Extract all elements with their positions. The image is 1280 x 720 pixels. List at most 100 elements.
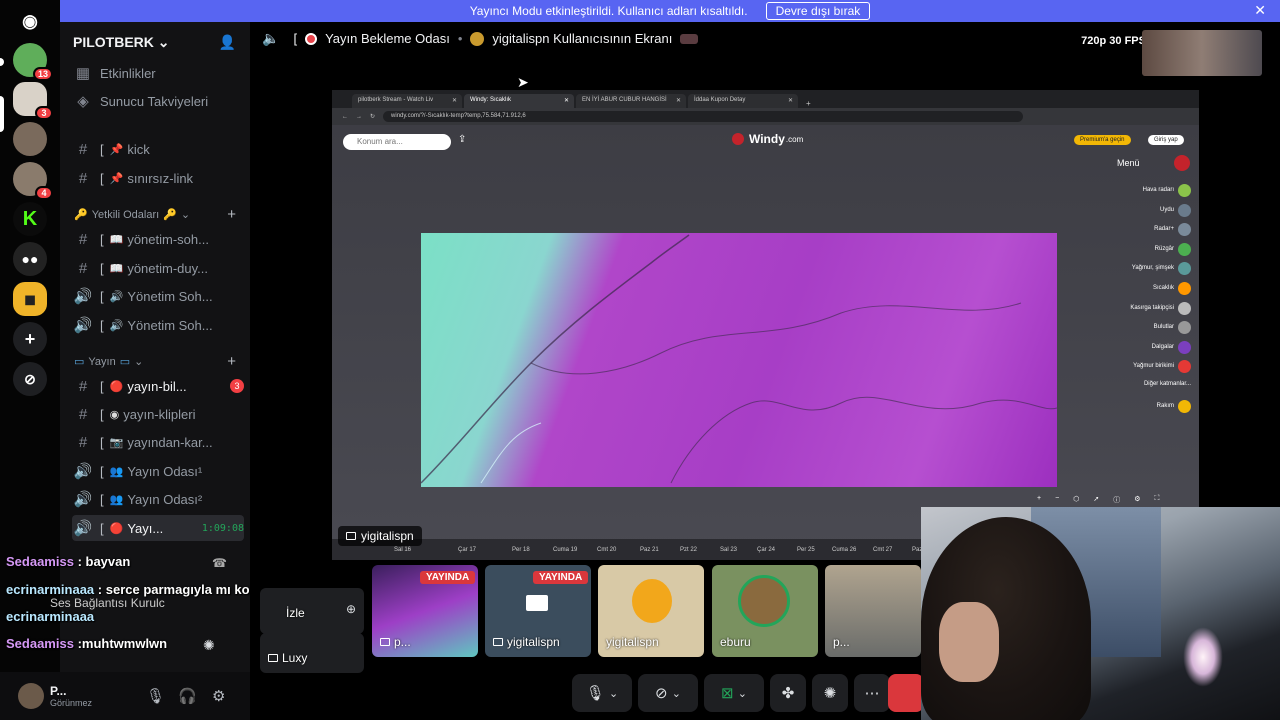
forward-icon[interactable]: → bbox=[356, 114, 362, 120]
key-icon: 🔑 bbox=[74, 209, 88, 221]
microphone-button[interactable]: 🎙 ⌄ bbox=[572, 674, 632, 712]
stream-preview-thumbnail[interactable] bbox=[1142, 30, 1262, 76]
layer-item[interactable]: Hava radarı bbox=[1143, 183, 1191, 197]
voice-channel-icon: 🔊 bbox=[73, 288, 93, 305]
stream-quality-badge: 720p 30 FPS bbox=[1077, 34, 1150, 48]
menu-icon[interactable] bbox=[1174, 155, 1190, 171]
participant-tile[interactable]: eburu bbox=[712, 565, 818, 657]
create-channel-icon[interactable]: + bbox=[227, 353, 236, 370]
browser-tab[interactable]: EN İYİ ABUR CUBUR HANGİSİ ✕ bbox=[576, 94, 686, 108]
layer-item[interactable]: Yağmur birikimi bbox=[1133, 359, 1191, 373]
sidebar-item-events[interactable]: ▦ Etkinlikler bbox=[72, 60, 244, 86]
sidebar-item-yonetim-voice-1[interactable]: 🔊[🔊 Yönetim Soh... bbox=[72, 283, 244, 309]
fullscreen-icon[interactable]: ⊕ bbox=[346, 602, 356, 616]
discover-icon[interactable]: ⊘ bbox=[13, 362, 47, 396]
avatar[interactable] bbox=[18, 683, 44, 709]
server-icon-3[interactable] bbox=[13, 122, 47, 156]
category-yetkili[interactable]: 🔑 Yetkili Odaları 🔑 ⌄ bbox=[74, 208, 190, 222]
info-icon[interactable]: ⓘ bbox=[1113, 495, 1120, 505]
sidebar-item-yonetim-1[interactable]: #[📖 yönetim-soh... bbox=[72, 226, 244, 252]
reload-icon[interactable]: ↻ bbox=[370, 113, 375, 120]
user-panel: P... Görünmez 🎙 🎧 ⚙ bbox=[0, 672, 250, 720]
layer-item[interactable]: Diğer katmanlar... bbox=[1144, 377, 1191, 391]
browser-tab[interactable]: pilotberk Stream - Watch Liv ✕ bbox=[352, 94, 462, 108]
3d-icon[interactable]: ⬡ bbox=[1073, 495, 1079, 505]
browser-tab[interactable]: İddaa Kupon Detay ✕ bbox=[688, 94, 798, 108]
layer-item[interactable]: Bulutlar bbox=[1154, 320, 1191, 334]
sidebar-item-boosts[interactable]: ◈ Sunucu Takviyeleri bbox=[72, 88, 244, 114]
guild-name[interactable]: PILOTBERK ⌄ bbox=[73, 34, 170, 51]
camera-button[interactable]: ⊘ ⌄ bbox=[638, 674, 698, 712]
activities-button[interactable]: ✤ bbox=[770, 674, 806, 712]
add-user-icon[interactable]: 👤 bbox=[219, 34, 236, 51]
share-icon[interactable]: ⇪ bbox=[458, 134, 466, 145]
fullscreen-icon[interactable]: ⛶ bbox=[1154, 495, 1159, 505]
menu-label[interactable]: Menü bbox=[1117, 158, 1140, 168]
sidebar-item-yayin-bil[interactable]: #[🔴 yayın-bil... 3 bbox=[72, 373, 244, 399]
leave-voice-icon[interactable]: ☎ bbox=[212, 556, 227, 570]
disable-streamer-mode-button[interactable]: Devre dışı bırak bbox=[765, 2, 871, 20]
back-icon[interactable]: ← bbox=[342, 114, 348, 120]
layer-item[interactable]: Kasırga takipçisi bbox=[1130, 301, 1191, 315]
sidebar-item-yayindan-kar[interactable]: #[📷 yayından-kar... bbox=[72, 429, 244, 455]
server-icon-1[interactable]: 13 bbox=[13, 43, 53, 81]
gear-icon[interactable]: ⚙ bbox=[212, 687, 225, 705]
layer-item[interactable]: Rakım bbox=[1157, 399, 1191, 413]
more-icon: ⋯ bbox=[864, 685, 880, 702]
server-icon-7[interactable]: ◼ bbox=[13, 282, 47, 316]
close-icon[interactable]: ✕ bbox=[1254, 2, 1266, 19]
microphone-icon[interactable]: 🎙 bbox=[146, 687, 165, 705]
create-channel-icon[interactable]: + bbox=[227, 206, 236, 223]
participant-tile[interactable]: p... bbox=[825, 565, 921, 657]
server-icon-4[interactable]: 4 bbox=[13, 162, 53, 200]
text-channel-icon: # bbox=[78, 433, 88, 451]
shared-screen[interactable]: pilotberk Stream - Watch Liv ✕ Windy: Sıc… bbox=[332, 90, 1199, 560]
book-icon: 📖 bbox=[109, 262, 124, 275]
layer-item[interactable]: Dalgalar bbox=[1152, 340, 1191, 354]
temperature-map[interactable] bbox=[421, 233, 1057, 487]
screen-share-icon bbox=[380, 638, 390, 646]
participant-tile[interactable]: YAYINDA yigitalispn bbox=[485, 565, 591, 657]
sidebar-item-yayin-odasi-2[interactable]: 🔊[👥 Yayın Odası² bbox=[72, 486, 244, 512]
new-tab-icon[interactable]: + bbox=[806, 99, 811, 108]
layer-item[interactable]: Rüzgâr bbox=[1155, 242, 1191, 256]
sidebar-item-yonetim-voice-2[interactable]: 🔊[🔊 Yönetim Soh... bbox=[72, 312, 244, 338]
screen-share-button[interactable]: ⊠ ⌄ bbox=[704, 674, 764, 712]
layer-item[interactable]: Yağmur, şimşek bbox=[1132, 261, 1191, 275]
participant-tile[interactable]: YAYINDA p... bbox=[372, 565, 478, 657]
kick-server-icon[interactable]: K bbox=[13, 202, 47, 236]
soundboard-button[interactable]: ✺ bbox=[812, 674, 848, 712]
server-icon-6[interactable]: ●● bbox=[13, 242, 47, 276]
sidebar-item-link[interactable]: #[📌 sınırsız-link bbox=[72, 165, 244, 191]
layer-item[interactable]: Radar+ bbox=[1154, 222, 1191, 236]
screen-share-icon: ⊠ bbox=[721, 685, 734, 702]
category-yayin[interactable]: ▭ Yayın ▭ ⌄ bbox=[74, 355, 143, 369]
watch-stream-tile[interactable]: İzle ⊕ bbox=[260, 588, 364, 634]
location-search-input[interactable]: Konum ara... bbox=[343, 134, 451, 150]
headphones-icon[interactable]: 🎧 bbox=[178, 687, 197, 705]
more-options-button[interactable]: ⋯ bbox=[854, 674, 890, 712]
login-button[interactable]: Giriş yap bbox=[1148, 135, 1184, 145]
discord-home-icon[interactable]: ◉ bbox=[13, 4, 47, 38]
browser-tab[interactable]: Windy: Sıcaklık ✕ bbox=[464, 94, 574, 108]
disconnect-button[interactable] bbox=[888, 674, 924, 712]
locate-icon[interactable]: ➚ bbox=[1093, 495, 1099, 505]
layer-item[interactable]: Sıcaklık bbox=[1153, 281, 1191, 295]
sidebar-item-yayin-klipleri[interactable]: #[◉ yayın-klipleri bbox=[72, 401, 244, 427]
mention-badge: 13 bbox=[32, 67, 53, 81]
add-server-icon[interactable]: + bbox=[13, 322, 47, 356]
zoom-in-icon[interactable]: + bbox=[1037, 495, 1041, 505]
noise-suppression-icon[interactable]: ✺ bbox=[203, 637, 215, 654]
sidebar-item-yayin-odasi-1[interactable]: 🔊[👥 Yayın Odası¹ bbox=[72, 458, 244, 484]
zoom-out-icon[interactable]: − bbox=[1055, 495, 1059, 505]
sidebar-item-yayin-active[interactable]: 🔊[🔴 Yayı... 1:09:08 bbox=[72, 515, 244, 541]
participant-tile[interactable]: Luxy bbox=[260, 633, 364, 673]
participant-tile[interactable]: yigitalispn bbox=[598, 565, 704, 657]
sidebar-item-kick[interactable]: #[📌 kick bbox=[72, 136, 244, 162]
layer-item[interactable]: Uydu bbox=[1160, 203, 1191, 217]
premium-button[interactable]: Premium'a geçin bbox=[1074, 135, 1131, 145]
server-icon-pilotberk[interactable]: 3 bbox=[13, 82, 53, 120]
sidebar-item-yonetim-2[interactable]: #[📖 yönetim-duy... bbox=[72, 255, 244, 281]
url-field[interactable]: windy.com/?/-Sıcaklık-temp?temp,75.584,7… bbox=[383, 111, 1024, 122]
settings-icon[interactable]: ⚙ bbox=[1134, 495, 1140, 505]
